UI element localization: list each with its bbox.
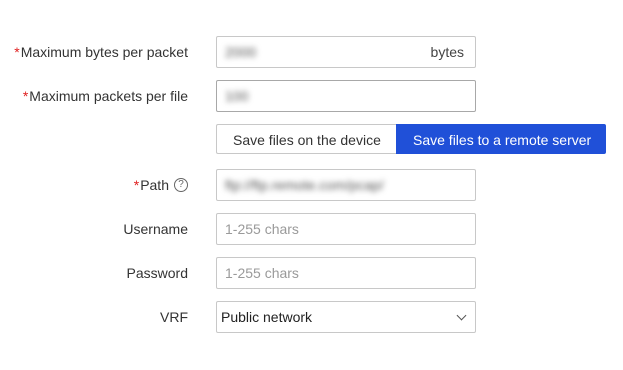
max-packets-field[interactable] (217, 81, 425, 111)
max-packets-label: *Maximum packets per file (22, 88, 188, 104)
save-mode-segmented-control: Save files on the device Save files to a… (216, 124, 606, 154)
vrf-label: VRF (160, 309, 188, 325)
max-bytes-input[interactable]: bytes (216, 36, 476, 68)
max-bytes-label: *Maximum bytes per packet (14, 44, 188, 60)
path-input[interactable] (216, 169, 476, 201)
chevron-down-icon[interactable] (456, 310, 467, 321)
vrf-select[interactable]: Public network (216, 301, 476, 333)
password-field[interactable] (217, 258, 425, 288)
password-label: Password (126, 265, 188, 281)
required-mark: * (22, 88, 29, 104)
username-field[interactable] (217, 214, 425, 244)
required-mark: * (14, 44, 20, 60)
username-label: Username (123, 221, 188, 237)
max-packets-input[interactable] (216, 80, 476, 112)
save-on-device-button[interactable]: Save files on the device (216, 124, 396, 154)
max-bytes-field[interactable] (217, 37, 425, 67)
username-input[interactable] (216, 213, 476, 245)
required-mark: * (133, 177, 140, 193)
path-label: *Path? (134, 169, 188, 201)
path-field[interactable] (217, 170, 465, 200)
vrf-selected-value: Public network (221, 309, 313, 325)
password-input[interactable] (216, 257, 476, 289)
save-to-remote-server-button[interactable]: Save files to a remote server (396, 124, 606, 154)
help-icon[interactable]: ? (174, 178, 188, 193)
bytes-unit: bytes (430, 44, 464, 60)
